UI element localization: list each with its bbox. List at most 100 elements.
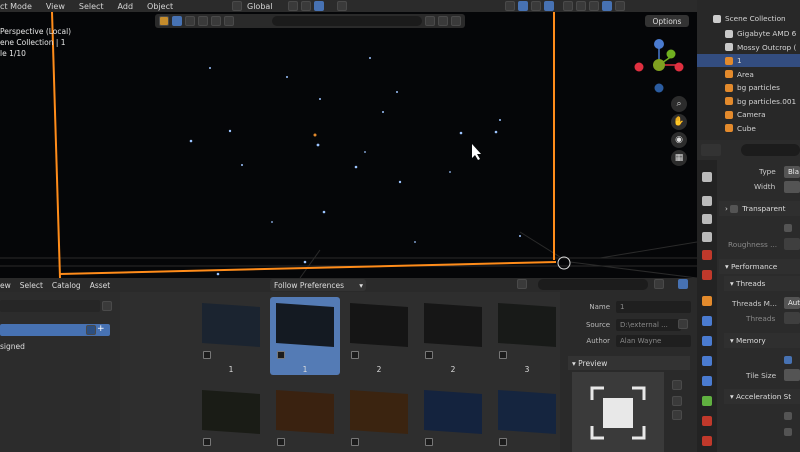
asset-checkbox[interactable] xyxy=(499,438,507,446)
asset-checkbox[interactable] xyxy=(351,438,359,446)
mesh-icon[interactable] xyxy=(185,16,195,26)
texture-tab-icon[interactable] xyxy=(702,436,712,446)
outliner-row[interactable]: Cube xyxy=(697,122,800,135)
outliner-row[interactable]: Area xyxy=(697,68,800,81)
shading-solid-icon[interactable] xyxy=(576,1,586,11)
library-dropdown[interactable] xyxy=(0,300,100,312)
asset-checkbox[interactable] xyxy=(277,438,285,446)
preview-panel-header[interactable]: ▾ Preview xyxy=(568,356,690,370)
asset-checkbox[interactable] xyxy=(203,438,211,446)
memory-subsection[interactable]: ▾ Memory xyxy=(724,333,800,348)
constraints-tab-icon[interactable] xyxy=(702,376,712,386)
asset-thumbnail[interactable] xyxy=(196,384,266,452)
render-tab-icon[interactable] xyxy=(702,196,712,206)
asset-thumbnail[interactable]: 1 xyxy=(196,297,266,375)
menu-add[interactable]: Add xyxy=(118,2,134,11)
display-mode-icon[interactable] xyxy=(517,279,527,289)
editor-type-icon[interactable] xyxy=(701,144,721,156)
pivot-icon[interactable] xyxy=(287,1,298,11)
threads-mode-field[interactable]: Auto xyxy=(784,297,800,309)
asset-checkbox[interactable] xyxy=(351,351,359,359)
add-icon[interactable]: + xyxy=(97,324,105,334)
new-catalog-icon[interactable] xyxy=(86,325,96,335)
asset-checkbox[interactable] xyxy=(425,438,433,446)
shading-material-icon[interactable] xyxy=(589,1,599,11)
light-icon[interactable] xyxy=(211,16,221,26)
asset-search-input[interactable] xyxy=(538,279,648,290)
outliner-row[interactable]: Camera xyxy=(697,108,800,121)
import-method-dropdown[interactable]: Follow Preferences ▾ xyxy=(270,279,366,291)
outliner-row[interactable]: 1 xyxy=(697,54,800,67)
xray-icon[interactable] xyxy=(544,1,554,11)
transparent-checkbox[interactable] xyxy=(730,204,739,213)
snap-icon[interactable] xyxy=(300,1,311,11)
author-field[interactable]: Alan Wayne xyxy=(616,335,691,347)
asset-thumbnail[interactable]: 2 xyxy=(418,297,488,375)
asset-checkbox[interactable] xyxy=(499,351,507,359)
threads-subsection[interactable]: ▾ Threads xyxy=(724,276,800,291)
options-button[interactable]: Options xyxy=(645,15,689,27)
menu-select[interactable]: Select xyxy=(79,2,104,11)
modifier-tab-icon[interactable] xyxy=(702,316,712,326)
pause-icon[interactable] xyxy=(615,1,625,11)
outliner-row[interactable]: bg particles.001 xyxy=(697,95,800,108)
asset-thumbnail[interactable] xyxy=(344,384,414,452)
asset-thumbnail[interactable] xyxy=(418,384,488,452)
asset-checkbox[interactable] xyxy=(425,351,433,359)
grid-view-icon[interactable]: ▦ xyxy=(671,150,687,166)
scene-collection-row[interactable]: Scene Collection xyxy=(697,12,800,25)
asset-checkbox[interactable] xyxy=(203,351,211,359)
shading-rendered-icon[interactable] xyxy=(602,1,612,11)
zoom-icon[interactable]: ⌕ xyxy=(671,96,687,112)
acceleration-subsection[interactable]: ▾ Acceleration St xyxy=(724,389,800,404)
transform-orientation-icon[interactable] xyxy=(232,1,242,11)
width-field[interactable] xyxy=(784,181,800,193)
filter-icon[interactable] xyxy=(654,279,664,289)
outliner-row[interactable]: Mossy Outcrop ( xyxy=(697,41,800,54)
performance-section[interactable]: ▾ Performance xyxy=(719,259,800,274)
outliner-row[interactable]: Gigabyte AMD 6 xyxy=(697,27,800,40)
render-icon[interactable] xyxy=(159,16,169,26)
gizmo-toggle-icon[interactable] xyxy=(518,1,528,11)
scene-tab-icon[interactable] xyxy=(702,250,712,260)
catalog-unassigned[interactable]: signed xyxy=(0,342,25,351)
curve-icon[interactable] xyxy=(198,16,208,26)
camera-icon[interactable] xyxy=(224,16,234,26)
menu-asset[interactable]: Asset xyxy=(90,281,111,290)
output-tab-icon[interactable] xyxy=(702,214,712,224)
viewport-search-input[interactable] xyxy=(272,16,422,26)
use-spatial-splits-checkbox[interactable] xyxy=(784,412,792,420)
data-tab-icon[interactable] xyxy=(702,396,712,406)
shading-wireframe-icon[interactable] xyxy=(563,1,573,11)
light-gizmo[interactable] xyxy=(557,256,571,270)
proportional-edit-icon[interactable] xyxy=(336,1,347,11)
visibility-icon[interactable] xyxy=(505,1,515,11)
settings-gear-icon[interactable] xyxy=(678,279,688,289)
outliner-row[interactable]: bg particles xyxy=(697,81,800,94)
refresh-icon[interactable] xyxy=(102,301,112,311)
asset-thumbnail[interactable] xyxy=(270,384,340,452)
asset-thumbnail[interactable]: 3 xyxy=(492,297,562,375)
transform-orientation-label[interactable]: Global xyxy=(247,2,273,11)
name-field[interactable]: 1 xyxy=(616,301,691,313)
filter-icon[interactable] xyxy=(451,16,461,26)
asset-thumbnail[interactable]: 1 xyxy=(270,297,340,375)
list-icon[interactable] xyxy=(438,16,448,26)
world-tab-icon[interactable] xyxy=(702,270,712,280)
hand-pan-icon[interactable]: ✋ xyxy=(671,114,687,130)
3d-viewport[interactable]: Perspective (Local) ene Collection | 1 l… xyxy=(0,12,697,278)
menu-view[interactable]: ew xyxy=(0,281,11,290)
asset-thumbnail[interactable]: 2 xyxy=(344,297,414,375)
object-icon[interactable] xyxy=(172,16,182,26)
overlay-icon[interactable] xyxy=(531,1,541,11)
use-compact-bvh-checkbox[interactable] xyxy=(784,428,792,436)
tool-tab-icon[interactable] xyxy=(702,172,712,182)
source-field[interactable]: D:\external ... xyxy=(616,319,681,331)
menu-view[interactable]: View xyxy=(46,2,65,11)
chevron-down-icon[interactable] xyxy=(672,410,682,420)
type-field[interactable]: Bla xyxy=(784,166,800,178)
refresh-preview-icon[interactable] xyxy=(672,396,682,406)
asset-thumbnail[interactable] xyxy=(492,384,562,452)
material-tab-icon[interactable] xyxy=(702,416,712,426)
use-tiling-checkbox[interactable] xyxy=(784,356,792,364)
